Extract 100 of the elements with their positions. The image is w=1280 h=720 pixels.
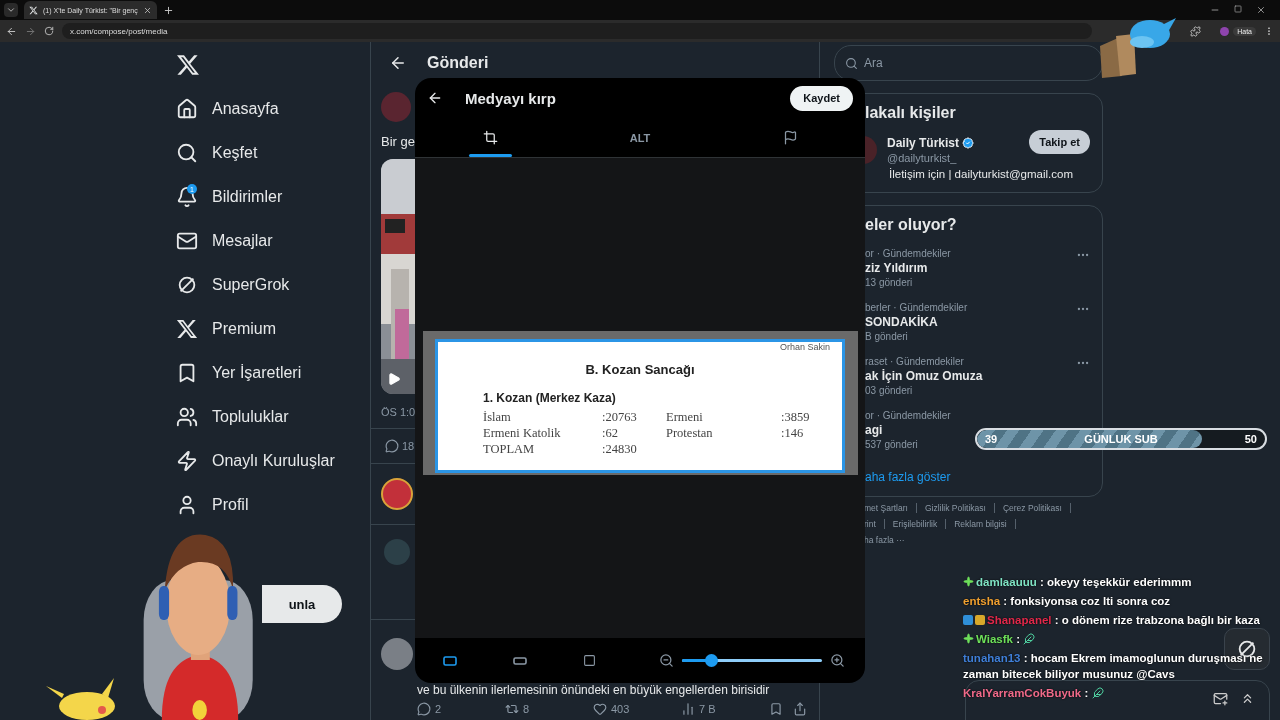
back-icon[interactable]	[427, 90, 443, 106]
card-title: eler oluyor?	[865, 216, 957, 234]
bookmark-icon[interactable]	[769, 702, 783, 716]
crop-frame[interactable]: Orhan Sakin B. Kozan Sancağı 1. Kozan (Merkez Kaza) İslam :20763 Ermeni :3859 Ermeni Katolik :62 Protestan :146 TOPLAM :24830	[422, 331, 858, 475]
post-action[interactable]: 403	[593, 702, 681, 716]
crop-icon	[482, 130, 498, 145]
footer-link[interactable]: met Şartları	[864, 503, 908, 513]
trend-category: or · Gündemdekiler	[865, 248, 951, 259]
footer-link[interactable]: Çerez Politikası	[1002, 503, 1062, 513]
post-text: Bir ge	[381, 134, 415, 149]
zoom-out-icon[interactable]	[659, 653, 674, 668]
footer-link[interactable]: Erişilebilirlik	[892, 519, 938, 529]
nav-item[interactable]: Profil	[170, 483, 257, 527]
back-icon[interactable]	[6, 25, 17, 37]
reload-icon[interactable]	[44, 26, 54, 36]
user-avatar[interactable]	[381, 478, 413, 510]
chat-message: damlaauuu : okeyy teşekkür ederimmm	[976, 576, 1192, 588]
document-subtitle: 1. Kozan (Merkez Kaza)	[483, 391, 616, 405]
slashed-circle-icon	[176, 274, 198, 296]
chat-message: Wiasfk :	[976, 633, 1020, 645]
page-title: Gönderi	[427, 54, 489, 72]
nav-item[interactable]: Mesajlar	[170, 219, 281, 263]
share-icon[interactable]	[793, 702, 807, 716]
account-handle: @dailyturkist_	[887, 152, 957, 164]
repost-icon	[505, 702, 519, 716]
goal-label: GÜNLUK SUB	[1084, 433, 1158, 445]
trend-count: 03 gönderi	[865, 385, 913, 396]
document-author: Orhan Sakin	[779, 342, 830, 352]
dialog-tab[interactable]: ALT	[565, 118, 715, 157]
zoom-in-icon[interactable]	[830, 653, 845, 668]
document-cell: :146	[781, 426, 804, 441]
nav-item[interactable]: Premium	[170, 307, 284, 351]
reply-count: 18	[402, 440, 415, 452]
show-more-link[interactable]: aha fazla göster	[865, 470, 951, 484]
back-icon[interactable]	[389, 54, 407, 72]
footer-link[interactable]: rint	[864, 519, 876, 529]
maximize-icon[interactable]	[1234, 5, 1242, 13]
trend-count: 537 gönderi	[865, 439, 918, 450]
lightning-icon	[176, 450, 198, 472]
footer-link[interactable]: Gizlilik Politikası	[924, 503, 986, 513]
nav-item[interactable]: Onaylı Kuruluşlar	[170, 439, 343, 483]
reply-text: ve bu ülkenin ilerlemesinin önündeki en büyük engellerden birisidir	[417, 684, 770, 697]
trend-topic[interactable]: ziz Yıldırım	[865, 261, 928, 275]
close-icon[interactable]	[142, 5, 152, 15]
new-message-icon[interactable]	[1213, 691, 1228, 706]
puzzle-icon[interactable]	[1190, 25, 1201, 37]
account-name[interactable]: Daily Türkist	[887, 136, 975, 150]
nav-item[interactable]: SuperGrok	[170, 263, 298, 307]
footer-link[interactable]: Reklam bilgisi	[954, 519, 1007, 529]
follow-button[interactable]: Takip et	[1029, 130, 1090, 154]
post-button[interactable]: unla	[262, 585, 342, 623]
nav-item[interactable]: Yer İşaretleri	[170, 351, 310, 395]
forward-icon[interactable]	[25, 25, 36, 37]
square-icon[interactable]	[583, 654, 596, 667]
trend-count: B gönderi	[865, 331, 908, 342]
new-tab-icon[interactable]	[162, 4, 174, 16]
trend-topic[interactable]: ak İçin Omuz Omuza	[865, 369, 983, 383]
trend-category: berler · Gündemdekiler	[865, 302, 968, 313]
zoom-slider[interactable]	[682, 654, 822, 667]
document-cell: Ermeni	[666, 410, 703, 425]
x-logo-icon	[29, 5, 38, 15]
home-icon	[176, 98, 198, 120]
document-cell: :24830	[602, 442, 637, 457]
bar-chart-icon	[681, 702, 695, 716]
flag-icon	[782, 130, 798, 145]
play-icon[interactable]	[387, 372, 401, 386]
search-icon	[845, 56, 858, 70]
comment-icon[interactable]	[385, 439, 399, 453]
close-icon[interactable]	[1256, 5, 1266, 15]
mail-icon	[176, 230, 198, 252]
trend-topic[interactable]: agi	[865, 423, 883, 437]
trend-topic[interactable]: SONDAKİKA	[865, 315, 938, 329]
bell-icon	[176, 186, 198, 208]
chat-message: tunahan13 : hocam Ekrem imamoglunun duruşması ne zaman bitecek biliyor musunuz @Cavs	[963, 652, 1263, 680]
save-button[interactable]: Kaydet	[790, 85, 853, 111]
verified-icon	[962, 137, 975, 149]
wide-rectangle-icon[interactable]	[513, 655, 527, 666]
goal-target: 50	[1244, 433, 1257, 445]
x-logo-icon[interactable]	[176, 52, 200, 77]
nav-item[interactable]: Topluluklar	[170, 395, 297, 439]
emote-icon	[1091, 687, 1104, 699]
messages-drawer[interactable]	[965, 680, 1270, 720]
user-avatar[interactable]	[381, 638, 413, 670]
post-action[interactable]: 2	[417, 702, 505, 716]
comment-icon	[417, 702, 431, 716]
post-action[interactable]: 8	[505, 702, 593, 716]
account-bio: İletişim için | dailyturkist@gmail.com	[889, 168, 1073, 180]
dialog-title: Medyayı kırp	[465, 89, 556, 107]
emote-icon	[1023, 633, 1036, 645]
document-cell: İslam	[483, 410, 511, 425]
footer-link[interactable]: ha fazla ···	[864, 535, 905, 545]
address-field[interactable]: x.com/compose/post/media	[62, 23, 1092, 39]
nav-item[interactable]: Anasayfa	[170, 87, 287, 131]
document-cell: TOPLAM	[483, 442, 535, 457]
search-icon	[176, 142, 198, 164]
trend-category: or · Gündemdekiler	[865, 410, 951, 421]
nav-item[interactable]: Keşfet	[170, 131, 266, 175]
post-action[interactable]: 7 B	[681, 702, 769, 716]
rectangle-icon[interactable]	[443, 654, 457, 667]
tab-list-button[interactable]	[4, 3, 18, 17]
